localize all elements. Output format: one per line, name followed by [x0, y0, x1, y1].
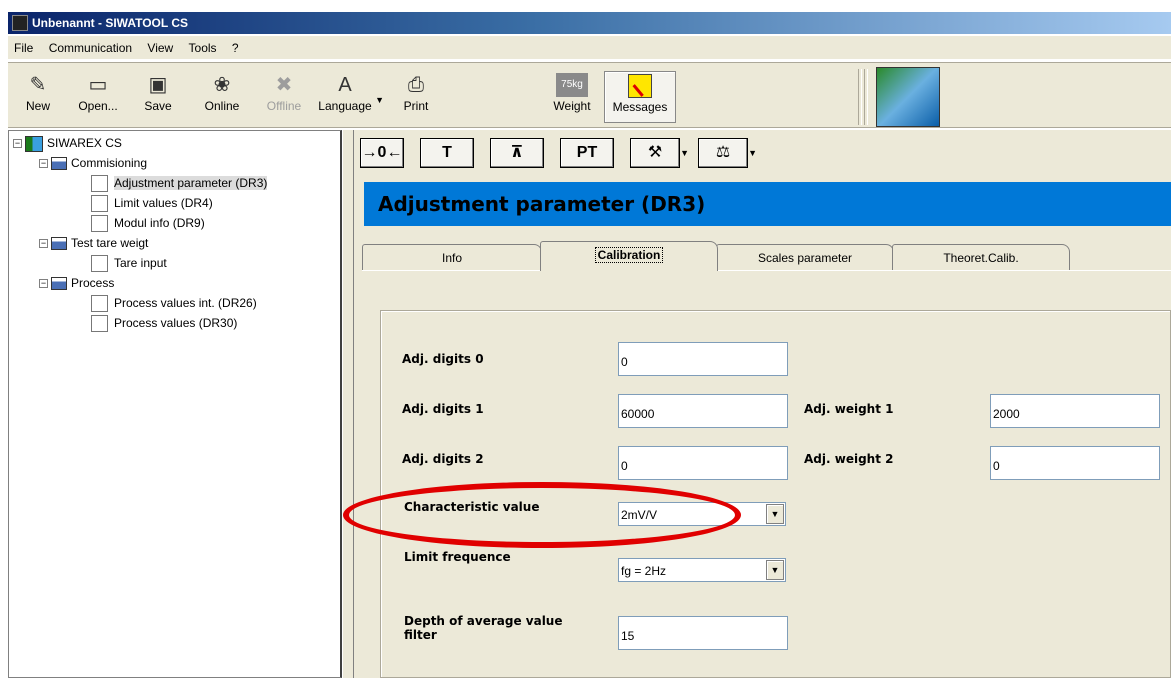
pane-splitter[interactable]: [342, 130, 354, 678]
tab-info[interactable]: Info: [362, 244, 542, 270]
window-title: Unbenannt - SIWATOOL CS: [32, 16, 188, 30]
page-icon: [91, 195, 108, 213]
tree-group-test-tare[interactable]: − Test tare weigt: [39, 235, 148, 253]
chevron-down-icon[interactable]: ▼: [766, 504, 784, 524]
table-folder-icon: [51, 237, 67, 251]
adj-digits-0-input[interactable]: 0: [618, 342, 788, 376]
preset-tare-button[interactable]: PT: [560, 138, 614, 168]
chevron-down-icon[interactable]: ▼: [748, 139, 757, 167]
collapse-icon[interactable]: −: [39, 279, 48, 289]
limit-frequence-label: Limit frequence: [404, 550, 511, 564]
zero-button[interactable]: →0←: [360, 138, 404, 168]
clear-tare-button[interactable]: ⊼: [490, 138, 544, 168]
chevron-down-icon[interactable]: ▼: [680, 139, 689, 167]
open-button[interactable]: ▭ Open...: [72, 71, 124, 123]
toolbar-separator: [858, 69, 862, 125]
table-folder-icon: [51, 157, 67, 171]
language-dropdown-icon[interactable]: ▼: [375, 95, 384, 105]
depth-filter-input[interactable]: 15: [618, 616, 788, 650]
offline-button[interactable]: ✖ Offline: [258, 71, 310, 123]
printer-icon: ⎙: [408, 74, 424, 96]
menu-file[interactable]: File: [8, 36, 39, 60]
scale-functions-button[interactable]: ⚖ ▼: [698, 138, 757, 168]
network-station-icon[interactable]: [876, 67, 940, 127]
menu-communication[interactable]: Communication: [43, 36, 138, 60]
tab-theoret-calib[interactable]: Theoret.Calib.: [892, 244, 1070, 270]
siwarex-module-icon: [25, 135, 43, 152]
tare-button[interactable]: T: [420, 138, 474, 168]
service-tools-button[interactable]: ⚒ ▼: [630, 138, 689, 168]
print-button[interactable]: ⎙ Print: [390, 71, 442, 123]
page-title: Adjustment parameter (DR3): [364, 182, 1171, 226]
tree-group-commisioning[interactable]: − Commisioning: [39, 155, 147, 173]
collapse-icon[interactable]: −: [39, 239, 48, 249]
detail-pane: →0← T ⊼ PT ⚒ ▼ ⚖ ▼ Adjustment parameter (D…: [354, 130, 1171, 678]
balance-scale-icon: ⚖: [715, 144, 731, 161]
toolbar-separator: [864, 69, 868, 125]
tree-item-process-values[interactable]: Process values (DR30): [91, 315, 237, 333]
page-icon: [91, 175, 108, 193]
adj-digits-1-input[interactable]: 60000: [618, 394, 788, 428]
tree-item-limit-values[interactable]: Limit values (DR4): [91, 195, 213, 213]
open-folder-icon: ▭: [88, 74, 108, 96]
page-icon: [91, 295, 108, 313]
weight-button[interactable]: 75kg Weight: [546, 71, 598, 123]
main-toolbar: ✎ New ▭ Open... ▣ Save ❀ Online ✖ Offlin…: [8, 62, 1171, 128]
page-icon: [91, 255, 108, 273]
menu-bar: File Communication View Tools ?: [8, 36, 1171, 60]
navigation-tree: − SIWAREX CS − Commisioning Adjustment par…: [8, 130, 342, 678]
menu-help[interactable]: ?: [226, 36, 245, 60]
chevron-down-icon[interactable]: ▼: [766, 560, 784, 580]
limit-frequence-select[interactable]: fg = 2Hz ▼: [618, 558, 786, 582]
language-button[interactable]: A Language ▼: [314, 71, 384, 123]
language-icon: A: [338, 74, 352, 96]
table-folder-icon: [51, 277, 67, 291]
save-disk-icon: ▣: [148, 74, 168, 96]
page-icon: [91, 215, 108, 233]
collapse-icon[interactable]: −: [13, 139, 22, 149]
new-document-icon: ✎: [29, 74, 47, 96]
save-button[interactable]: ▣ Save: [132, 71, 184, 123]
adj-weight-1-input[interactable]: 2000: [990, 394, 1160, 428]
page-icon: [91, 315, 108, 333]
wrench-icon: ⚒: [647, 144, 663, 161]
tree-root[interactable]: − SIWAREX CS: [13, 135, 122, 153]
messages-icon: [628, 74, 652, 98]
tree-group-process[interactable]: − Process: [39, 275, 114, 293]
menu-view[interactable]: View: [141, 36, 179, 60]
adj-digits-2-input[interactable]: 0: [618, 446, 788, 480]
app-icon: [12, 15, 28, 31]
tree-item-adjustment-parameter[interactable]: Adjustment parameter (DR3): [91, 175, 268, 193]
depth-filter-label: Depth of average value filter: [404, 614, 563, 642]
new-button[interactable]: ✎ New: [12, 71, 64, 123]
characteristic-value-label: Characteristic value: [404, 500, 540, 514]
characteristic-value-select[interactable]: 2mV/V ▼: [618, 502, 786, 526]
tree-item-tare-input[interactable]: Tare input: [91, 255, 167, 273]
adj-weight-2-input[interactable]: 0: [990, 446, 1160, 480]
messages-button[interactable]: Messages: [604, 71, 676, 123]
offline-icon: ✖: [275, 74, 293, 96]
adj-weight-1-label: Adj. weight 1: [804, 402, 894, 416]
collapse-icon[interactable]: −: [39, 159, 48, 169]
tree-item-process-values-int[interactable]: Process values int. (DR26): [91, 295, 257, 313]
weight-icon: 75kg: [556, 73, 588, 97]
adj-digits-1-label: Adj. digits 1: [402, 402, 484, 416]
online-button[interactable]: ❀ Online: [196, 71, 248, 123]
window-title-bar: Unbenannt - SIWATOOL CS: [8, 12, 1171, 34]
adj-digits-0-label: Adj. digits 0: [402, 352, 484, 366]
menu-tools[interactable]: Tools: [183, 36, 223, 60]
tab-calibration[interactable]: Calibration: [540, 241, 718, 271]
tree-item-modul-info[interactable]: Modul info (DR9): [91, 215, 205, 233]
adj-digits-2-label: Adj. digits 2: [402, 452, 484, 466]
online-icon: ❀: [213, 74, 231, 96]
tab-scales-parameter[interactable]: Scales parameter: [716, 244, 894, 270]
adj-weight-2-label: Adj. weight 2: [804, 452, 894, 466]
